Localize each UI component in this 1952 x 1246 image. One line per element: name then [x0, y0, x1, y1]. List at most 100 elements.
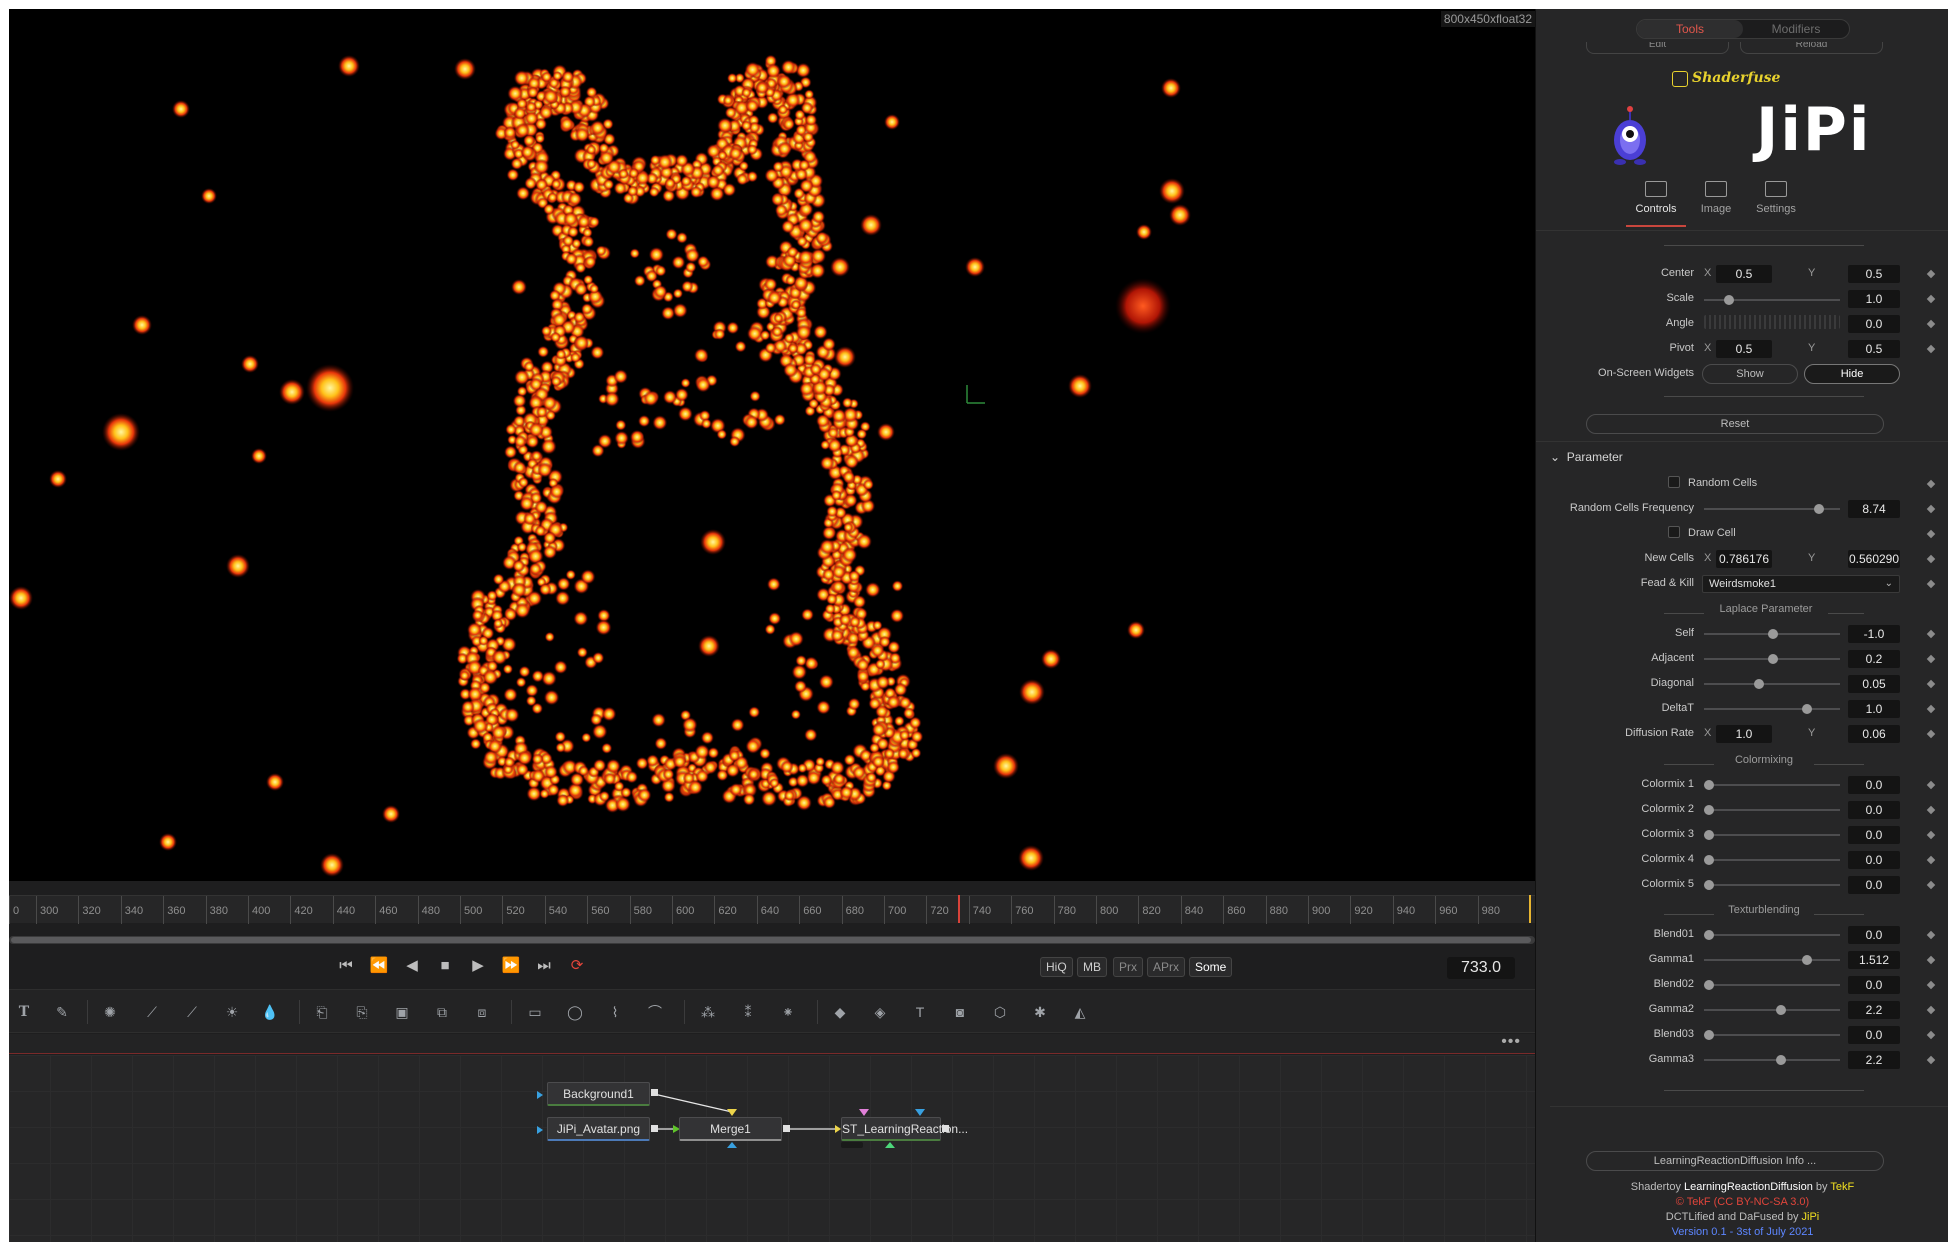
scale-slider[interactable]	[1704, 295, 1840, 305]
shader-info-button[interactable]: LearningReactionDiffusion Info ...	[1586, 1151, 1884, 1171]
shape3d-icon[interactable]: ◆	[829, 1001, 851, 1023]
saver-icon[interactable]: ⎘	[351, 1001, 373, 1023]
adjacent-slider[interactable]	[1704, 654, 1840, 664]
keyframe-icon[interactable]	[1926, 1030, 1936, 1040]
node-shader[interactable]: ST_LearningReaction...	[841, 1117, 968, 1141]
diagonal-field[interactable]: 0.05	[1848, 675, 1900, 693]
node-editor[interactable]: Background1 JiPi_Avatar.png Merge1 ST_Le…	[9, 1055, 1535, 1242]
more-options-icon[interactable]: •••	[1501, 1033, 1521, 1051]
image-plane3d-icon[interactable]: ◭	[1069, 1001, 1091, 1023]
diffusion-rate-y-field[interactable]: 0.06	[1848, 725, 1900, 743]
color-curves-icon[interactable]: ⟋	[141, 1001, 163, 1023]
diagonal-slider[interactable]	[1704, 679, 1840, 689]
blend-3-field[interactable]: 2.2	[1848, 1001, 1900, 1019]
blend-2-slider[interactable]	[1704, 980, 1840, 990]
time-ruler[interactable]: 0 300 320 340 360 380 400 420 440 460 480 500 520 540…	[9, 895, 1535, 924]
random-cells-frequency-slider[interactable]	[1704, 504, 1840, 514]
particle-emitter-icon[interactable]: ✺	[99, 1001, 121, 1023]
blend-1-slider[interactable]	[1704, 955, 1840, 965]
selective-update-button[interactable]: Some	[1189, 957, 1233, 977]
author-link[interactable]: TekF	[1830, 1181, 1854, 1193]
bspline-mask-icon[interactable]: ⌒	[644, 1001, 666, 1023]
self-field[interactable]: -1.0	[1848, 625, 1900, 643]
step-back-icon[interactable]: ◀	[400, 955, 424, 977]
reload-button[interactable]: Reload	[1740, 42, 1883, 54]
blend-3-slider[interactable]	[1704, 1005, 1840, 1015]
rectangle-mask-icon[interactable]: ▭	[524, 1001, 546, 1023]
slider-handle[interactable]	[1704, 930, 1714, 940]
keyframe-icon[interactable]	[1926, 269, 1936, 279]
scale-field[interactable]: 1.0	[1848, 290, 1900, 308]
colormix-2-slider[interactable]	[1704, 805, 1840, 815]
current-frame-field[interactable]: 733.0	[1447, 957, 1515, 979]
keyframe-icon[interactable]	[1926, 344, 1936, 354]
slider-handle[interactable]	[1776, 1005, 1786, 1015]
keyframe-icon[interactable]	[1926, 504, 1936, 514]
keyframe-icon[interactable]	[1926, 880, 1936, 890]
blend-2-field[interactable]: 0.0	[1848, 976, 1900, 994]
parameter-section-header[interactable]: ⌄ Parameter	[1550, 450, 1623, 464]
node-merge[interactable]: Merge1	[679, 1117, 782, 1141]
slider-handle[interactable]	[1754, 679, 1764, 689]
slider-handle[interactable]	[1768, 654, 1778, 664]
renderer3d-icon[interactable]: ⬡	[989, 1001, 1011, 1023]
colormix-2-field[interactable]: 0.0	[1848, 801, 1900, 819]
step-forward-many-icon[interactable]: ⏩	[499, 955, 523, 977]
keyframe-icon[interactable]	[1926, 479, 1936, 489]
colormix-3-field[interactable]: 0.0	[1848, 826, 1900, 844]
stop-icon[interactable]: ■	[433, 955, 457, 977]
subtab-controls[interactable]: Controls	[1626, 181, 1686, 227]
show-widgets-button[interactable]: Show	[1702, 364, 1798, 384]
keyframe-icon[interactable]	[1926, 704, 1936, 714]
feed-kill-dropdown[interactable]: Weirdsmoke1 ⌄	[1702, 575, 1900, 593]
color-corrector-icon[interactable]: ⟋	[181, 1001, 203, 1023]
keyframe-icon[interactable]	[1926, 955, 1936, 965]
keyframe-icon[interactable]	[1926, 1055, 1936, 1065]
random-cells-checkbox[interactable]	[1668, 476, 1680, 488]
viewer[interactable]: 800x450xfloat32	[9, 9, 1535, 881]
particle-spawn-icon[interactable]: ⁑	[737, 1001, 759, 1023]
loader-icon[interactable]: ⎗	[311, 1001, 333, 1023]
slider-handle[interactable]	[1704, 980, 1714, 990]
keyframe-icon[interactable]	[1926, 654, 1936, 664]
colormix-3-slider[interactable]	[1704, 830, 1840, 840]
blend-1-field[interactable]: 1.512	[1848, 951, 1900, 969]
hide-widgets-button[interactable]: Hide	[1804, 364, 1900, 384]
go-to-end-icon[interactable]: ⏭	[532, 955, 556, 977]
keyframe-icon[interactable]	[1926, 930, 1936, 940]
node-loader[interactable]: JiPi_Avatar.png	[547, 1117, 650, 1141]
mb-button[interactable]: MB	[1077, 957, 1107, 977]
keyframe-icon[interactable]	[1926, 980, 1936, 990]
subtab-image[interactable]: Image	[1686, 181, 1746, 215]
slider-handle[interactable]	[1776, 1055, 1786, 1065]
text3d-icon[interactable]: T	[909, 1001, 931, 1023]
particle-bounce-icon[interactable]: ⁕	[777, 1001, 799, 1023]
slider-handle[interactable]	[1802, 955, 1812, 965]
random-cells-frequency-field[interactable]: 8.74	[1848, 500, 1900, 518]
slider-handle[interactable]	[1704, 880, 1714, 890]
keyframe-icon[interactable]	[1926, 319, 1936, 329]
colormix-4-slider[interactable]	[1704, 855, 1840, 865]
node-output-port[interactable]	[783, 1125, 790, 1132]
play-forward-icon[interactable]: ▶	[466, 955, 490, 977]
jipi-link[interactable]: JiPi	[1802, 1211, 1820, 1223]
node-output-port[interactable]	[651, 1125, 658, 1132]
draw-cell-checkbox[interactable]	[1668, 526, 1680, 538]
node-background[interactable]: Background1	[547, 1082, 650, 1106]
reset-button[interactable]: Reset	[1586, 414, 1884, 434]
new-cells-x-field[interactable]: 0.786176	[1716, 550, 1772, 568]
merge-icon[interactable]: ⧉	[431, 1001, 453, 1023]
particle-render-icon[interactable]: ⁂	[697, 1001, 719, 1023]
proxy-button[interactable]: Prx	[1113, 957, 1143, 977]
blend-4-slider[interactable]	[1704, 1030, 1840, 1040]
angle-field[interactable]: 0.0	[1848, 315, 1900, 333]
blend-0-field[interactable]: 0.0	[1848, 926, 1900, 944]
paint-tool-icon[interactable]: ✎	[51, 1001, 73, 1023]
keyframe-icon[interactable]	[1926, 855, 1936, 865]
blend-5-field[interactable]: 2.2	[1848, 1051, 1900, 1069]
tab-modifiers[interactable]: Modifiers	[1743, 20, 1849, 38]
text-tool-icon[interactable]: T	[13, 1001, 35, 1023]
playhead[interactable]	[958, 895, 960, 923]
keyframe-icon[interactable]	[1926, 830, 1936, 840]
slider-handle[interactable]	[1704, 1030, 1714, 1040]
